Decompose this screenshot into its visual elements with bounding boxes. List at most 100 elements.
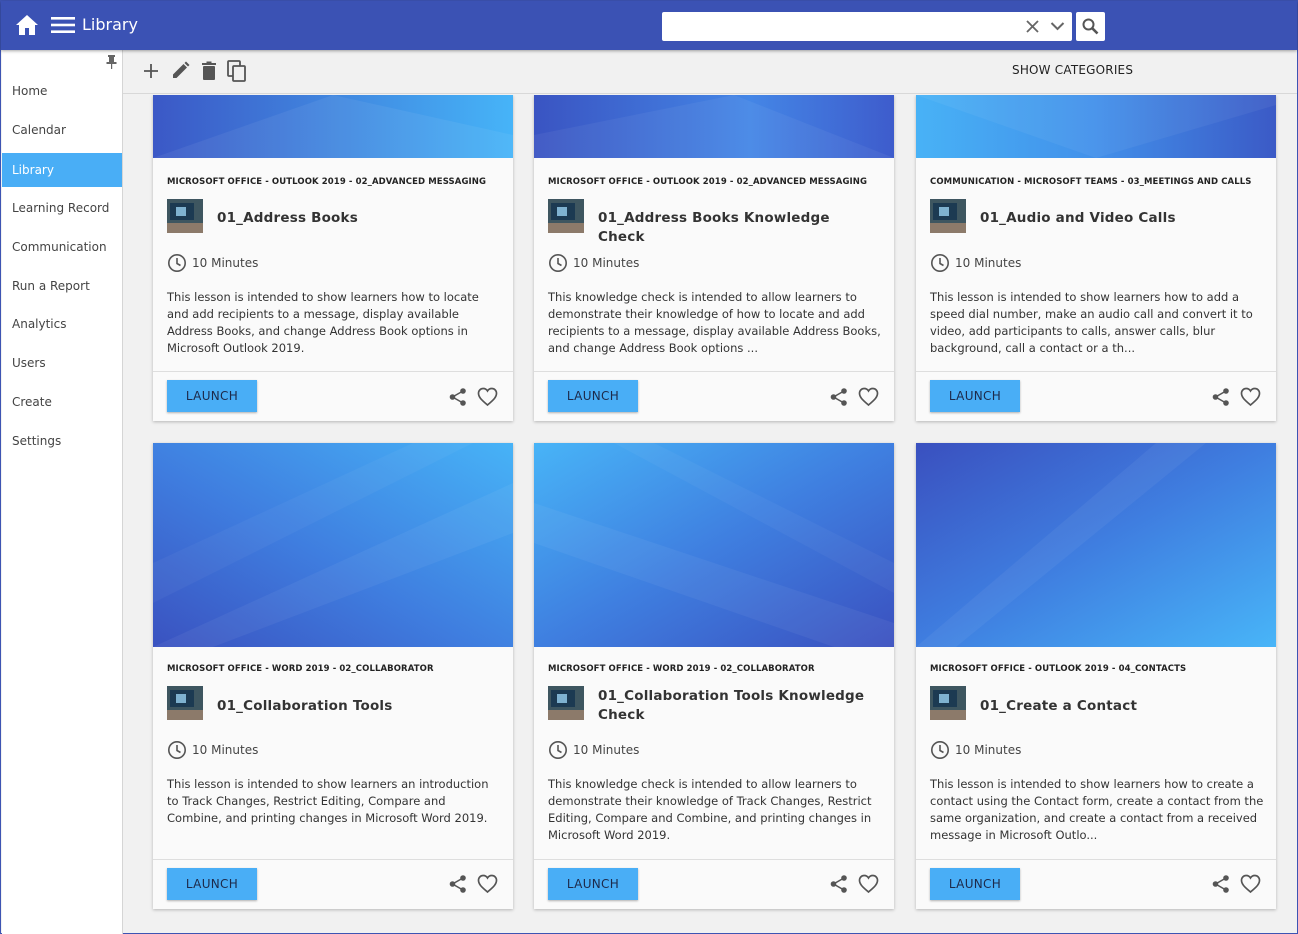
card-title[interactable]: 01_Collaboration Tools Knowledge Check <box>598 687 878 725</box>
launch-button[interactable]: LAUNCH <box>930 380 1020 412</box>
sidebar-item-library[interactable]: Library <box>2 153 122 187</box>
card-divider <box>153 371 513 372</box>
sidebar-item-run-a-report[interactable]: Run a Report <box>2 269 122 303</box>
course-card: MICROSOFT OFFICE - WORD 2019 - 02_COLLAB… <box>153 443 513 909</box>
card-category: MICROSOFT OFFICE - WORD 2019 - 02_COLLAB… <box>548 664 815 674</box>
card-title[interactable]: 01_Address Books <box>217 209 497 228</box>
card-duration: 10 Minutes <box>573 743 640 757</box>
add-icon[interactable] <box>140 60 162 82</box>
sidebar-item-users[interactable]: Users <box>2 346 122 380</box>
hamburger-menu-icon[interactable] <box>51 16 75 34</box>
card-duration: 10 Minutes <box>573 256 640 270</box>
chevron-down-icon[interactable] <box>1050 20 1065 32</box>
card-banner-image <box>534 95 894 158</box>
course-card: COMMUNICATION - MICROSOFT TEAMS - 03_MEE… <box>916 95 1276 421</box>
pin-icon[interactable] <box>106 55 117 69</box>
heart-icon[interactable] <box>1240 387 1261 407</box>
heart-icon[interactable] <box>858 874 879 894</box>
share-icon[interactable] <box>1211 387 1231 407</box>
search-button[interactable] <box>1076 12 1105 41</box>
show-categories-button[interactable]: SHOW CATEGORIES <box>1012 63 1133 77</box>
card-category: MICROSOFT OFFICE - OUTLOOK 2019 - 02_ADV… <box>167 177 487 187</box>
card-duration: 10 Minutes <box>955 256 1022 270</box>
delete-icon[interactable] <box>198 60 220 82</box>
clock-icon <box>549 254 567 272</box>
course-thumbnail <box>548 686 584 720</box>
card-banner-image <box>153 95 513 158</box>
launch-button[interactable]: LAUNCH <box>167 380 257 412</box>
share-icon[interactable] <box>448 874 468 894</box>
sidebar-item-create[interactable]: Create <box>2 385 122 419</box>
app-window: Library Home Calendar Library Learning R… <box>0 0 1298 934</box>
card-banner-image <box>916 443 1276 647</box>
course-card: MICROSOFT OFFICE - OUTLOOK 2019 - 02_ADV… <box>153 95 513 421</box>
card-divider <box>153 859 513 860</box>
card-title[interactable]: 01_Address Books Knowledge Check <box>598 209 878 247</box>
card-category: COMMUNICATION - MICROSOFT TEAMS - 03_MEE… <box>930 177 1252 187</box>
share-icon[interactable] <box>829 874 849 894</box>
card-title[interactable]: 01_Audio and Video Calls <box>980 209 1260 228</box>
heart-icon[interactable] <box>858 387 879 407</box>
clock-icon <box>931 741 949 759</box>
clock-icon <box>549 741 567 759</box>
sidebar-item-communication[interactable]: Communication <box>2 230 122 264</box>
edit-icon[interactable] <box>169 60 191 82</box>
sidebar-item-settings[interactable]: Settings <box>2 424 122 458</box>
search-box <box>662 12 1072 41</box>
card-duration: 10 Minutes <box>192 256 259 270</box>
search-input[interactable] <box>662 12 1012 41</box>
launch-button[interactable]: LAUNCH <box>167 868 257 900</box>
card-description: This knowledge check is intended to allo… <box>548 290 881 355</box>
heart-icon[interactable] <box>1240 874 1261 894</box>
clock-icon <box>931 254 949 272</box>
card-description: This lesson is intended to show learners… <box>930 777 1264 842</box>
share-icon[interactable] <box>448 387 468 407</box>
course-thumbnail <box>548 199 584 233</box>
card-category: MICROSOFT OFFICE - OUTLOOK 2019 - 02_ADV… <box>548 177 868 187</box>
home-icon[interactable] <box>15 14 39 36</box>
card-description: This knowledge check is intended to allo… <box>548 777 872 842</box>
top-bar: Library <box>1 1 1297 50</box>
launch-button[interactable]: LAUNCH <box>548 868 638 900</box>
card-description: This lesson is intended to show learners… <box>930 290 1253 355</box>
toolbar: SHOW CATEGORIES <box>123 50 1297 94</box>
clear-icon[interactable] <box>1025 19 1040 34</box>
library-grid: MICROSOFT OFFICE - OUTLOOK 2019 - 02_ADV… <box>123 95 1297 934</box>
course-thumbnail <box>930 686 966 720</box>
share-icon[interactable] <box>829 387 849 407</box>
launch-button[interactable]: LAUNCH <box>930 868 1020 900</box>
sidebar-item-calendar[interactable]: Calendar <box>2 113 122 147</box>
card-description: This lesson is intended to show learners… <box>167 777 489 825</box>
clock-icon <box>168 254 186 272</box>
card-duration: 10 Minutes <box>955 743 1022 757</box>
card-description: This lesson is intended to show learners… <box>167 290 479 355</box>
sidebar-item-analytics[interactable]: Analytics <box>2 307 122 341</box>
sidebar-item-home[interactable]: Home <box>2 74 122 108</box>
card-divider <box>916 371 1276 372</box>
share-icon[interactable] <box>1211 874 1231 894</box>
sidebar-item-learning-record[interactable]: Learning Record <box>2 191 122 225</box>
course-card: MICROSOFT OFFICE - OUTLOOK 2019 - 04_CON… <box>916 443 1276 909</box>
card-divider <box>534 371 894 372</box>
heart-icon[interactable] <box>477 874 498 894</box>
card-divider <box>916 859 1276 860</box>
launch-button[interactable]: LAUNCH <box>548 380 638 412</box>
card-duration: 10 Minutes <box>192 743 259 757</box>
course-card: MICROSOFT OFFICE - OUTLOOK 2019 - 02_ADV… <box>534 95 894 421</box>
card-banner-image <box>534 443 894 647</box>
sidebar: Home Calendar Library Learning Record Co… <box>2 50 123 934</box>
copy-icon[interactable] <box>226 60 248 82</box>
course-thumbnail <box>930 199 966 233</box>
heart-icon[interactable] <box>477 387 498 407</box>
card-title[interactable]: 01_Create a Contact <box>980 697 1260 716</box>
course-card: MICROSOFT OFFICE - WORD 2019 - 02_COLLAB… <box>534 443 894 909</box>
card-title[interactable]: 01_Collaboration Tools <box>217 697 497 716</box>
course-thumbnail <box>167 686 203 720</box>
card-category: MICROSOFT OFFICE - WORD 2019 - 02_COLLAB… <box>167 664 434 674</box>
page-title: Library <box>82 15 138 34</box>
card-banner-image <box>916 95 1276 158</box>
card-banner-image <box>153 443 513 647</box>
search-icon <box>1082 18 1099 35</box>
course-thumbnail <box>167 199 203 233</box>
clock-icon <box>168 741 186 759</box>
